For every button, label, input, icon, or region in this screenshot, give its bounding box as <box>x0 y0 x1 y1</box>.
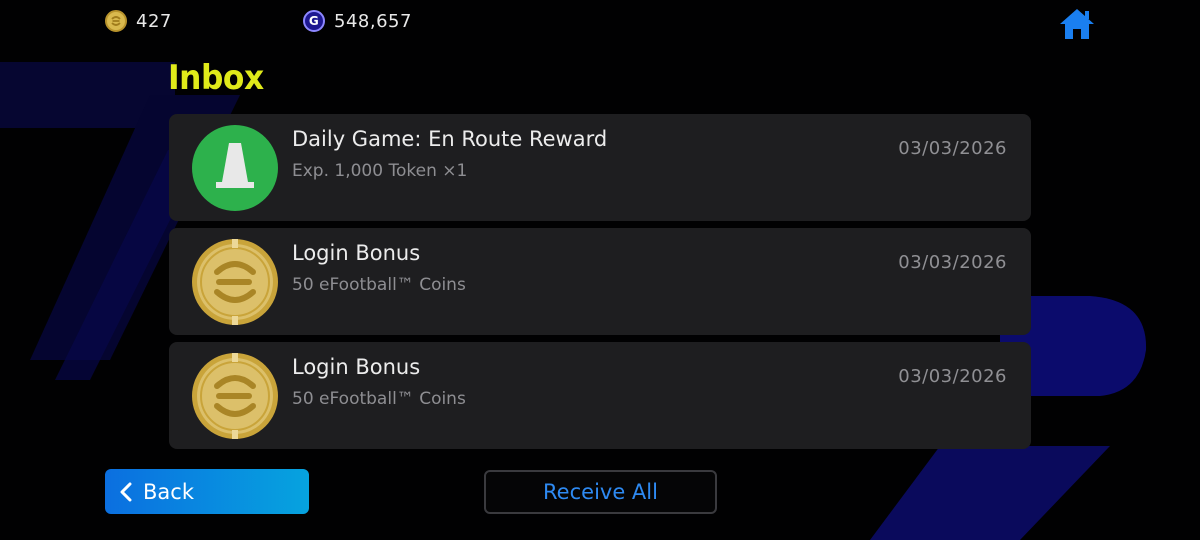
message-subtitle: 50 eFootball™ Coins <box>292 389 466 409</box>
message-date: 03/03/2026 <box>898 252 1007 273</box>
back-label: Back <box>143 479 194 504</box>
gp-icon: G <box>303 10 325 32</box>
message-title: Daily Game: En Route Reward <box>292 127 608 151</box>
message-subtitle: 50 eFootball™ Coins <box>292 275 466 295</box>
message-title: Login Bonus <box>292 241 421 265</box>
gp-balance: G 548,657 <box>303 10 412 32</box>
message-title: Login Bonus <box>292 355 421 379</box>
home-icon <box>1060 9 1094 39</box>
inbox-screen: 427 G 548,657 Inbox Daily Game: En Route… <box>0 0 1200 540</box>
efootball-coin-icon <box>192 353 278 439</box>
message-date: 03/03/2026 <box>898 138 1007 159</box>
inbox-message[interactable]: Login Bonus 50 eFootball™ Coins 03/03/20… <box>169 228 1031 335</box>
receive-all-button[interactable]: Receive All <box>484 470 717 514</box>
coins-balance: 427 <box>105 10 172 32</box>
home-button[interactable] <box>1058 6 1096 42</box>
gp-value: 548,657 <box>334 10 412 32</box>
inbox-message[interactable]: Daily Game: En Route Reward Exp. 1,000 T… <box>169 114 1031 221</box>
page-title: Inbox <box>168 58 264 98</box>
cone-icon <box>192 125 278 211</box>
message-date: 03/03/2026 <box>898 366 1007 387</box>
chevron-left-icon <box>119 481 133 503</box>
back-button[interactable]: Back <box>105 469 309 514</box>
efootball-coin-icon <box>105 10 127 32</box>
coins-value: 427 <box>136 10 172 32</box>
efootball-coin-icon <box>192 239 278 325</box>
message-subtitle: Exp. 1,000 Token ×1 <box>292 161 468 181</box>
inbox-message[interactable]: Login Bonus 50 eFootball™ Coins 03/03/20… <box>169 342 1031 449</box>
